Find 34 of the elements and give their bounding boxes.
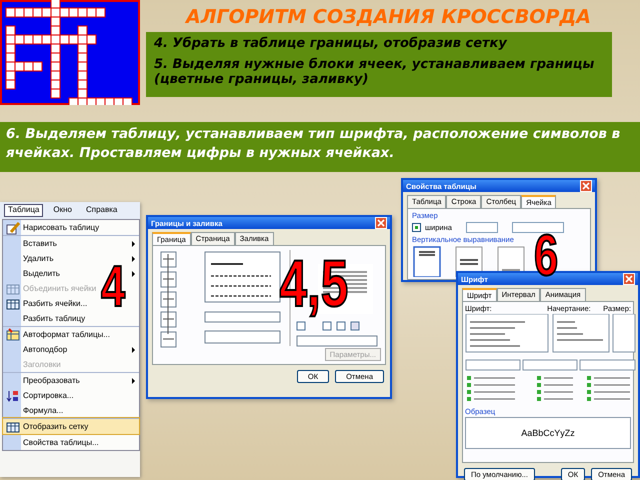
table-format-icon (6, 328, 20, 341)
table-icon (6, 420, 20, 432)
menu-item[interactable]: Автоформат таблицы... (3, 326, 139, 342)
menu-item[interactable]: Нарисовать таблицу (3, 220, 139, 235)
table-icon (6, 282, 20, 294)
menu-item[interactable]: Сортировка... (3, 388, 139, 403)
menu-item[interactable]: Вставить (3, 235, 139, 251)
pencil-icon (6, 220, 20, 234)
close-icon[interactable] (375, 217, 387, 229)
step-text: 5. Выделяя нужные блоки ячеек, устанавливаем границы (цветные границы, заливку) (154, 57, 596, 87)
submenu-arrow-icon (132, 270, 135, 276)
menu-item[interactable]: Отобразить сетку (3, 418, 139, 434)
step-text: 6. Выделяем таблицу, устанавливаем тип шрифта, расположение символов в ячейках. Проставляем цифры в нужных ячейках. (6, 125, 622, 163)
menu-item[interactable]: Формула... (3, 403, 139, 418)
table-icon (6, 298, 20, 310)
close-icon[interactable] (623, 273, 635, 285)
submenu-arrow-icon (132, 378, 135, 384)
checkbox[interactable] (412, 223, 421, 232)
menu-item[interactable]: Свойства таблицы... (3, 434, 139, 450)
width-field[interactable] (466, 222, 498, 233)
sort-icon (6, 388, 20, 402)
submenu-arrow-icon (132, 256, 135, 262)
menubar-item[interactable]: Окно (49, 204, 76, 217)
menu-item[interactable]: Преобразовать (3, 372, 139, 388)
submenu-arrow-icon (132, 240, 135, 246)
step-text: 4. Убрать в таблице границы, отобразив сетку (154, 36, 508, 51)
menubar-item[interactable]: Таблица (4, 204, 44, 217)
menu-item[interactable]: Автоподбор (3, 342, 139, 357)
close-icon[interactable] (580, 180, 592, 192)
slide-title: АЛГОРИТМ СОЗДАНИЯ КРОССВОРДА (186, 6, 592, 30)
sample-text: AaBbCcYyZz (521, 428, 575, 438)
menubar-item[interactable]: Справка (82, 204, 122, 217)
step-number: 4,5 (279, 250, 348, 316)
submenu-arrow-icon (132, 346, 135, 352)
